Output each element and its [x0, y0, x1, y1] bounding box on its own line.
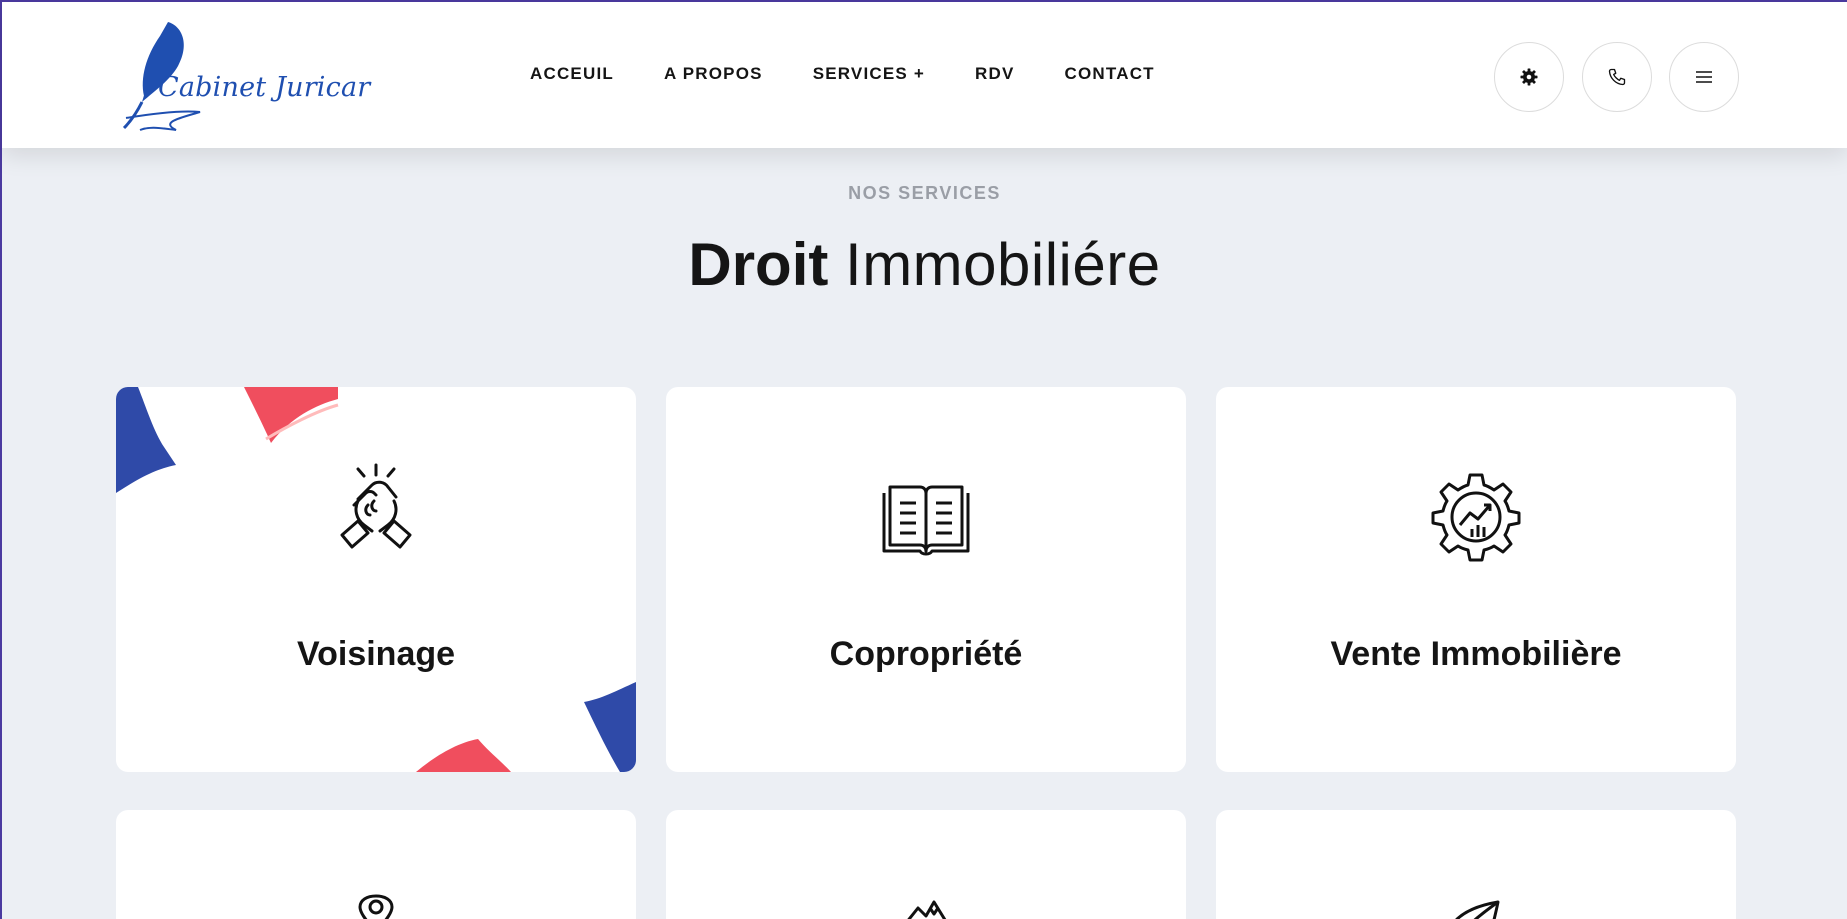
section-title: Droit Immobiliére	[2, 230, 1847, 299]
open-book-icon	[882, 485, 970, 556]
section-title-light: Immobiliére	[845, 231, 1161, 298]
nav-item-a-propos[interactable]: A PROPOS	[664, 64, 763, 84]
service-card-vente-immobiliere[interactable]: Vente Immobilière	[1216, 387, 1736, 772]
logo[interactable]: Cabinet Juricar	[120, 18, 370, 134]
service-card-4[interactable]	[116, 810, 636, 919]
card-title: Vente Immobilière	[1330, 635, 1622, 673]
flag-brush-decoration	[116, 387, 636, 772]
nav-item-contact[interactable]: CONTACT	[1065, 64, 1155, 84]
location-pin-icon	[358, 894, 394, 919]
gear-chart-icon	[1431, 473, 1521, 562]
phone-icon	[1608, 68, 1626, 86]
settings-button[interactable]	[1494, 42, 1564, 112]
settings-icon	[1520, 68, 1538, 86]
nav-item-acceuil[interactable]: ACCEUIL	[530, 64, 614, 84]
service-card-5[interactable]	[666, 810, 1186, 919]
card-title: Copropriété	[829, 635, 1023, 673]
service-card-6[interactable]	[1216, 810, 1736, 919]
phone-button[interactable]	[1582, 42, 1652, 112]
logo-text: Cabinet Juricar	[158, 72, 371, 103]
section-subtitle: NOS SERVICES	[848, 183, 1001, 203]
section-title-bold: Droit	[688, 231, 829, 298]
main-nav: ACCEUIL A PROPOS SERVICES + RDV CONTACT	[530, 64, 1205, 84]
mountain-icon	[907, 900, 947, 919]
leaf-icon	[1455, 900, 1500, 919]
service-card-voisinage[interactable]: Voisinage	[116, 387, 636, 772]
service-card-copropriete[interactable]: Copropriété	[666, 387, 1186, 772]
menu-icon	[1696, 71, 1712, 83]
handshake-icon	[340, 463, 412, 549]
nav-item-services[interactable]: SERVICES +	[813, 64, 925, 84]
site-header: Cabinet Juricar ACCEUIL A PROPOS SERVICE…	[2, 2, 1847, 148]
card-title: Voisinage	[296, 635, 456, 673]
nav-item-rdv[interactable]: RDV	[975, 64, 1015, 84]
menu-button[interactable]	[1669, 42, 1739, 112]
